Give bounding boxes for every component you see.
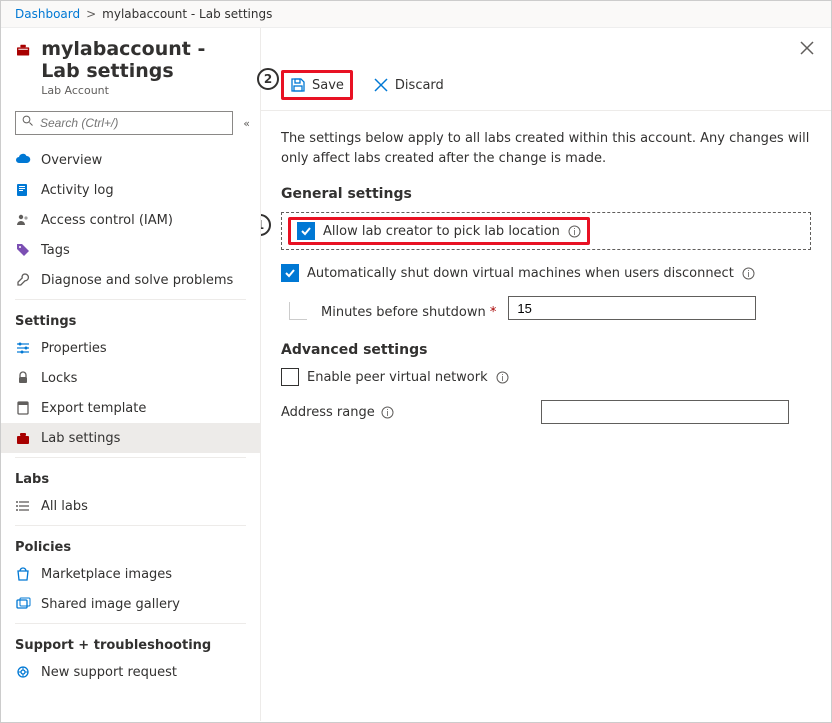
lab-icon: [15, 430, 31, 446]
sidebar-item-export-template[interactable]: Export template: [1, 393, 260, 423]
support-icon: [15, 664, 31, 680]
sidebar-item-locks[interactable]: Locks: [1, 363, 260, 393]
info-icon[interactable]: i: [568, 225, 581, 238]
advanced-settings-title: Advanced settings: [281, 342, 811, 358]
allow-location-label: Allow lab creator to pick lab location: [323, 224, 560, 239]
collapse-sidebar-icon[interactable]: «: [239, 117, 254, 130]
indent-connector: [289, 302, 307, 320]
discard-icon: [373, 77, 389, 93]
sidebar-item-all-labs[interactable]: All labs: [1, 491, 260, 521]
auto-shutdown-checkbox[interactable]: [281, 264, 299, 282]
sidebar-item-label: New support request: [41, 665, 177, 680]
intro-text: The settings below apply to all labs cre…: [281, 129, 811, 168]
tag-icon: [15, 242, 31, 258]
general-settings-title: General settings: [281, 186, 811, 202]
sidebar-item-access-control[interactable]: Access control (IAM): [1, 205, 260, 235]
gallery-icon: [15, 596, 31, 612]
sidebar-item-label: Export template: [41, 401, 146, 416]
sidebar-group-settings: Settings: [1, 304, 260, 333]
log-icon: [15, 182, 31, 198]
sidebar-item-diagnose[interactable]: Diagnose and solve problems: [1, 265, 260, 295]
sidebar-item-label: Lab settings: [41, 431, 120, 446]
svg-text:i: i: [386, 409, 389, 419]
save-button[interactable]: Save: [281, 70, 353, 100]
sidebar-item-marketplace-images[interactable]: Marketplace images: [1, 559, 260, 589]
sidebar-item-label: Tags: [41, 243, 70, 258]
sidebar-group-support: Support + troubleshooting: [1, 628, 260, 657]
svg-text:i: i: [573, 228, 576, 238]
cloud-icon: [15, 152, 31, 168]
sidebar-item-properties[interactable]: Properties: [1, 333, 260, 363]
info-icon[interactable]: i: [496, 371, 509, 384]
discard-button[interactable]: Discard: [367, 73, 450, 97]
breadcrumb-root[interactable]: Dashboard: [15, 7, 80, 21]
sidebar-item-shared-gallery[interactable]: Shared image gallery: [1, 589, 260, 619]
sidebar-group-labs: Labs: [1, 462, 260, 491]
nav-menu: Overview Activity log Access control (IA…: [1, 145, 260, 721]
required-indicator: *: [490, 305, 497, 320]
sidebar-item-label: Marketplace images: [41, 567, 172, 582]
breadcrumb: Dashboard > mylabaccount - Lab settings: [1, 1, 831, 28]
search-input[interactable]: [40, 116, 226, 130]
lock-icon: [15, 370, 31, 386]
address-range-label: Address range: [281, 405, 375, 420]
sidebar-item-label: Shared image gallery: [41, 597, 180, 612]
sidebar-item-lab-settings[interactable]: Lab settings: [1, 423, 260, 453]
sidebar-item-new-support[interactable]: New support request: [1, 657, 260, 687]
annotation-2: 2: [257, 68, 279, 90]
auto-shutdown-label: Automatically shut down virtual machines…: [307, 266, 734, 281]
info-icon[interactable]: i: [742, 267, 755, 280]
people-icon: [15, 212, 31, 228]
wrench-icon: [15, 272, 31, 288]
allow-location-checkbox[interactable]: [297, 222, 315, 240]
breadcrumb-current: mylabaccount - Lab settings: [102, 7, 272, 21]
sidebar-item-label: Access control (IAM): [41, 213, 173, 228]
list-icon: [15, 498, 31, 514]
sidebar-item-activity-log[interactable]: Activity log: [1, 175, 260, 205]
address-range-input[interactable]: [541, 400, 789, 424]
sidebar-item-label: Properties: [41, 341, 107, 356]
page-subtitle: Lab Account: [41, 84, 246, 97]
search-icon: [22, 115, 34, 131]
chevron-right-icon: >: [86, 7, 96, 21]
sidebar-item-label: All labs: [41, 499, 88, 514]
svg-text:i: i: [501, 374, 504, 384]
bag-icon: [15, 566, 31, 582]
annotation-1: 1: [261, 214, 271, 236]
sidebar-item-label: Activity log: [41, 183, 114, 198]
page-title: mylabaccount - Lab settings: [41, 38, 246, 82]
minutes-input[interactable]: [508, 296, 756, 320]
sliders-icon: [15, 340, 31, 356]
info-icon[interactable]: i: [381, 406, 394, 419]
template-icon: [15, 400, 31, 416]
discard-label: Discard: [395, 78, 444, 93]
peer-vnet-label: Enable peer virtual network: [307, 370, 488, 385]
peer-vnet-checkbox[interactable]: [281, 368, 299, 386]
sidebar: mylabaccount - Lab settings Lab Account …: [1, 28, 261, 721]
save-icon: [290, 77, 306, 93]
sidebar-group-policies: Policies: [1, 530, 260, 559]
sidebar-item-tags[interactable]: Tags: [1, 235, 260, 265]
sidebar-item-label: Locks: [41, 371, 77, 386]
content-pane: 2 Save Discard The settings below apply …: [261, 28, 831, 721]
save-label: Save: [312, 78, 344, 93]
search-input-wrapper[interactable]: [15, 111, 233, 135]
minutes-label: Minutes before shutdown: [321, 305, 486, 320]
sidebar-item-label: Overview: [41, 153, 102, 168]
sidebar-item-overview[interactable]: Overview: [1, 145, 260, 175]
sidebar-item-label: Diagnose and solve problems: [41, 273, 233, 288]
svg-text:i: i: [747, 270, 750, 280]
lab-account-icon: [15, 42, 31, 66]
